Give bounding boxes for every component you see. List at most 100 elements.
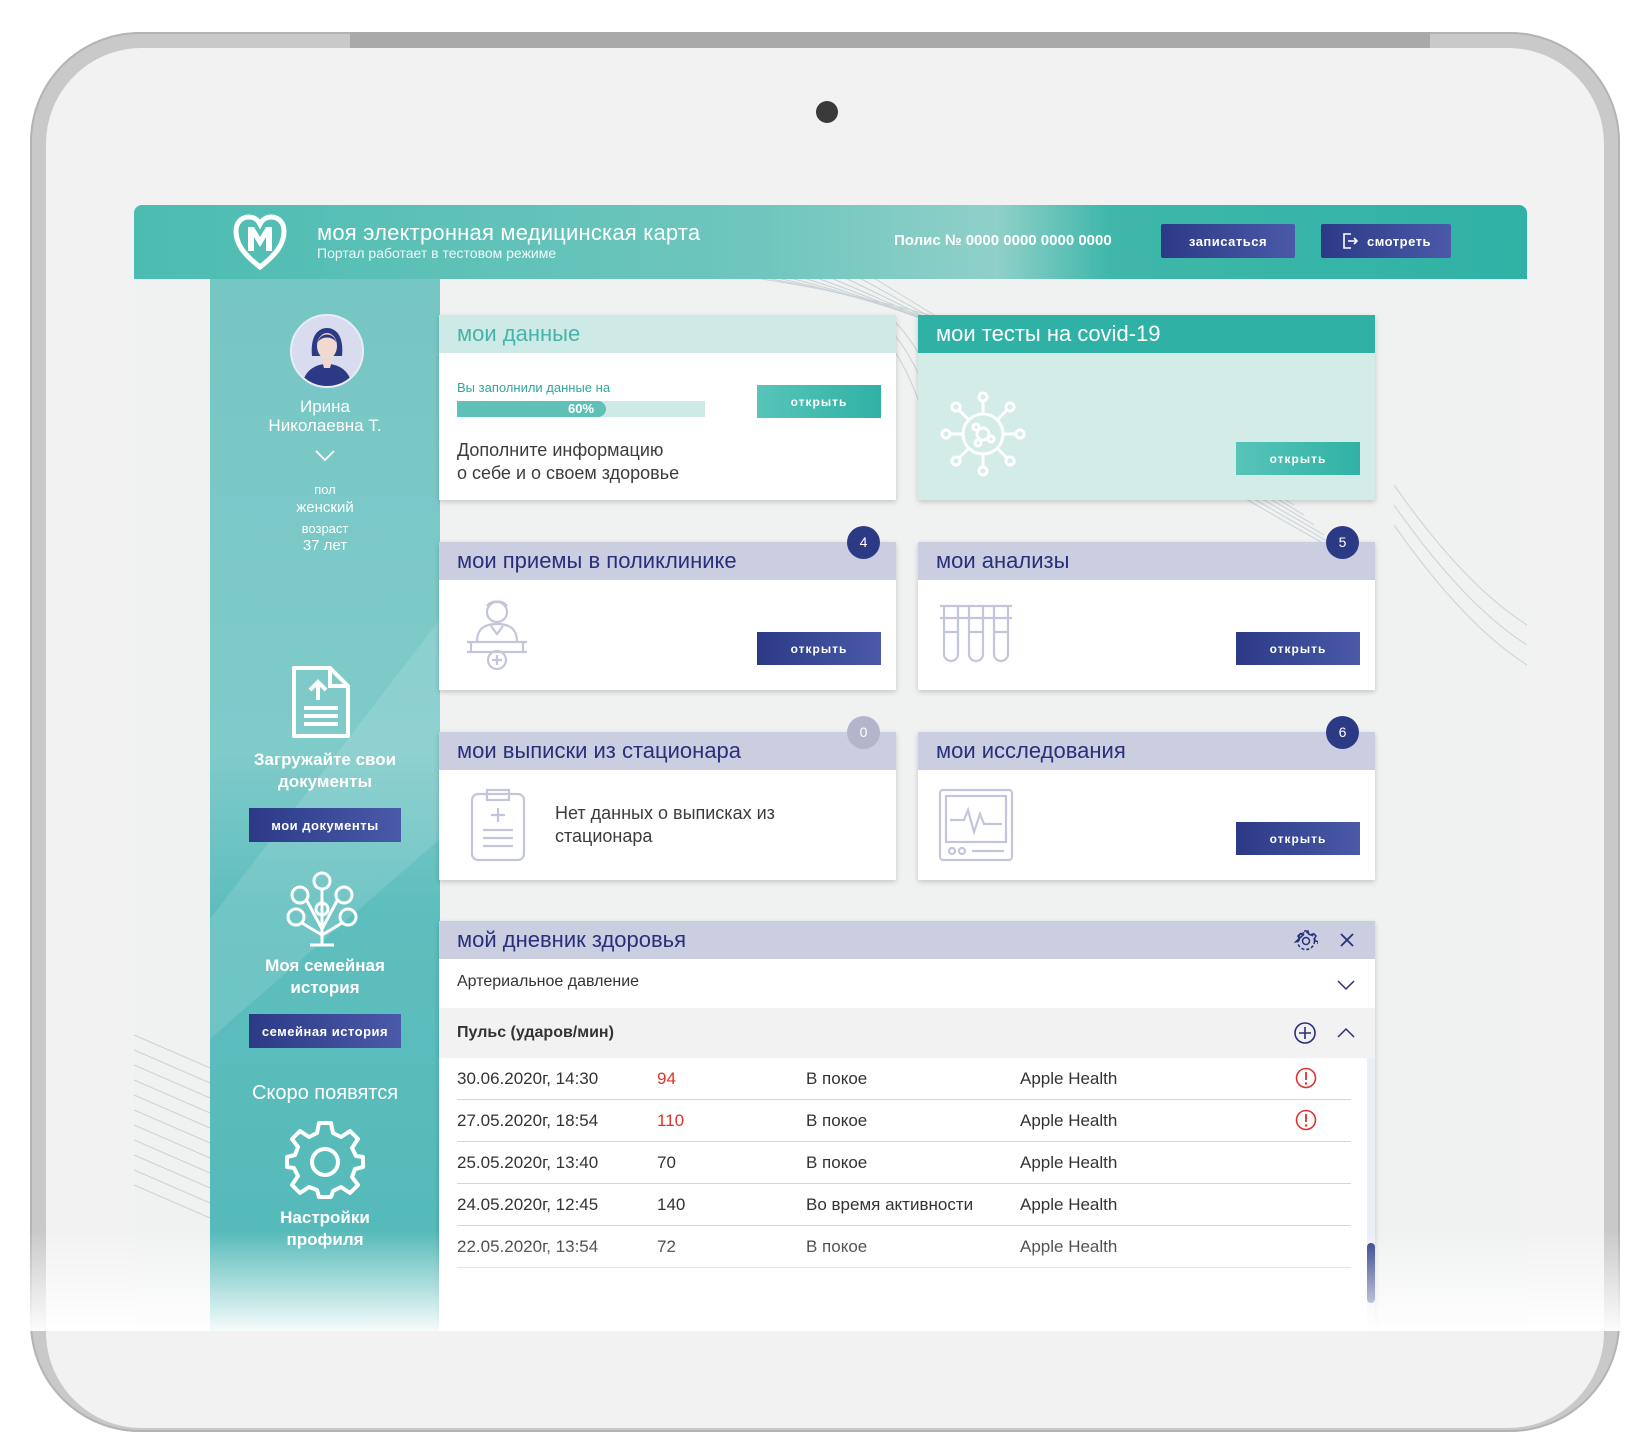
- document-upload-icon: [292, 666, 350, 738]
- pulse-section[interactable]: Пульс (ударов/мин): [439, 1008, 1375, 1058]
- research-card: мои исследования 6 открыть: [918, 716, 1375, 880]
- settings-title-line1: Настройки: [280, 1208, 370, 1227]
- row-date: 22.05.2020г, 13:54: [457, 1237, 599, 1256]
- app-title: моя электронная медицинская карта: [317, 220, 701, 245]
- discharges-card: мои выписки из стационара 0 Нет данных о…: [439, 716, 896, 880]
- monitor-icon: [938, 788, 1014, 862]
- view-button-label: смотреть: [1366, 233, 1432, 249]
- row-date: 25.05.2020г, 13:40: [457, 1153, 599, 1172]
- sex-value: женский: [296, 499, 354, 516]
- table-row[interactable]: 27.05.2020г, 18:54 110 В покое Apple Health: [457, 1100, 1351, 1142]
- user-avatar-icon: [302, 328, 352, 386]
- table-row[interactable]: 24.05.2020г, 12:45 140 Во время активности…: [457, 1184, 1351, 1226]
- row-value: 140: [657, 1195, 686, 1214]
- row-source: Apple Health: [1020, 1195, 1118, 1214]
- table-row[interactable]: 25.05.2020г, 13:40 70 В покое Apple Health: [457, 1142, 1351, 1184]
- row-state: В покое: [806, 1069, 868, 1088]
- row-date: 24.05.2020г, 12:45: [457, 1195, 599, 1214]
- coming-soon-label: Скоро появятся: [251, 1082, 399, 1104]
- row-date: 30.06.2020г, 14:30: [457, 1069, 599, 1088]
- logo-heart-icon: [233, 214, 287, 271]
- row-state: Во время активности: [806, 1195, 974, 1214]
- row-value: 110: [657, 1111, 685, 1130]
- user-first-name: Ирина: [299, 397, 350, 416]
- camera-icon: [816, 101, 838, 123]
- analyses-badge: 5: [1326, 526, 1359, 559]
- avatar[interactable]: [290, 314, 364, 388]
- blood-pressure-section[interactable]: Артериальное давление: [457, 973, 639, 991]
- gear-icon: [285, 1121, 365, 1199]
- analyses-card: мои анализы 5 открыть: [918, 526, 1375, 690]
- covid-title: мои тесты на covid-19: [918, 315, 1375, 353]
- row-state: В покое: [806, 1237, 868, 1256]
- appointments-card: мои приемы в поликлинике 4 открыть: [439, 526, 896, 690]
- pulse-section-title: Пульс (ударов/мин): [457, 1024, 614, 1041]
- row-source: Apple Health: [1020, 1069, 1118, 1088]
- appointments-badge: 4: [847, 526, 880, 559]
- family-tree-icon: [286, 871, 358, 947]
- analyses-open-button[interactable]: открыть: [1236, 632, 1360, 665]
- row-source: Apple Health: [1020, 1237, 1118, 1256]
- progress-label: Вы заполнили данные на: [457, 380, 611, 395]
- virus-icon: [940, 391, 1026, 477]
- age-label: возраст: [301, 521, 349, 536]
- diary-title: мой дневник здоровья: [439, 921, 1375, 959]
- view-button[interactable]: смотреть: [1321, 224, 1451, 258]
- warning-icon[interactable]: [1295, 1067, 1317, 1094]
- settings-title[interactable]: Настройки профиля: [210, 1207, 440, 1251]
- table-row[interactable]: 30.06.2020г, 14:30 94 В покое Apple Health: [457, 1058, 1351, 1100]
- research-open-button[interactable]: открыть: [1236, 822, 1360, 855]
- my-data-text: Дополните информацию о себе и о своем зд…: [457, 439, 679, 485]
- row-state: В покое: [806, 1153, 868, 1172]
- chevron-up-icon[interactable]: [1337, 1027, 1355, 1039]
- discharges-badge: 0: [847, 716, 880, 749]
- clipboard-icon: [470, 788, 526, 862]
- covid-card: мои тесты на covid-19 открыть: [918, 315, 1375, 500]
- user-name: Ирина Николаевна Т.: [210, 397, 440, 435]
- progress-bar: 60%: [457, 401, 705, 417]
- discharges-title: мои выписки из стационара: [439, 732, 896, 770]
- pulse-table: 30.06.2020г, 14:30 94 В покое Apple Health 2…: [439, 1058, 1361, 1268]
- family-title-line2: история: [290, 978, 360, 997]
- family-history-button[interactable]: семейная история: [249, 1014, 401, 1048]
- research-title: мои исследования: [918, 732, 1375, 770]
- settings-title-line2: профиля: [286, 1230, 364, 1249]
- table-row[interactable]: 22.05.2020г, 13:54 72 В покое Apple Health: [457, 1226, 1351, 1268]
- health-diary: мой дневник здоровья Артериальное давлен…: [439, 921, 1375, 1331]
- signup-button[interactable]: записаться: [1161, 224, 1295, 258]
- age-value: 37 лет: [302, 537, 348, 554]
- my-data-card: мои данные Вы заполнили данные на 60% от…: [439, 315, 896, 500]
- screen: моя электронная медицинская карта Портал…: [134, 205, 1527, 1331]
- row-value: 72: [657, 1237, 676, 1256]
- discharges-text-line2: стационара: [555, 826, 653, 846]
- my-data-text-line2: о себе и о своем здоровье: [457, 463, 680, 483]
- tablet-top-edge: [350, 32, 1430, 48]
- warning-icon[interactable]: [1295, 1109, 1317, 1136]
- app-header: моя электронная медицинская карта Портал…: [134, 205, 1527, 279]
- row-value: 94: [657, 1069, 676, 1088]
- row-state: В покое: [806, 1111, 868, 1130]
- close-icon[interactable]: [1339, 932, 1355, 948]
- family-title: Моя семейная история: [210, 955, 440, 999]
- chevron-down-icon[interactable]: [1337, 979, 1355, 991]
- policy-number: Полис № 0000 0000 0000 0000: [894, 232, 1112, 249]
- my-data-text-line1: Дополните информацию: [457, 440, 664, 460]
- discharges-empty-text: Нет данных о выписках из стационара: [555, 802, 775, 848]
- diary-scroll-thumb[interactable]: [1367, 1243, 1375, 1303]
- doctor-icon: [467, 600, 527, 671]
- row-value: 70: [657, 1153, 676, 1172]
- add-circle-icon[interactable]: [1293, 1021, 1317, 1045]
- appointments-open-button[interactable]: открыть: [757, 632, 881, 665]
- my-documents-button[interactable]: мои документы: [249, 808, 401, 842]
- row-source: Apple Health: [1020, 1153, 1118, 1172]
- chevron-down-icon[interactable]: [314, 449, 336, 463]
- analyses-title: мои анализы: [918, 542, 1375, 580]
- family-title-line1: Моя семейная: [265, 956, 385, 975]
- row-source: Apple Health: [1020, 1111, 1118, 1130]
- progress-percent: 60%: [567, 401, 595, 416]
- settings-gear-icon[interactable]: [1294, 929, 1318, 953]
- upload-title: Загружайте свои документы: [210, 749, 440, 793]
- covid-open-button[interactable]: открыть: [1236, 442, 1360, 475]
- my-data-open-button[interactable]: открыть: [757, 385, 881, 418]
- row-date: 27.05.2020г, 18:54: [457, 1111, 599, 1130]
